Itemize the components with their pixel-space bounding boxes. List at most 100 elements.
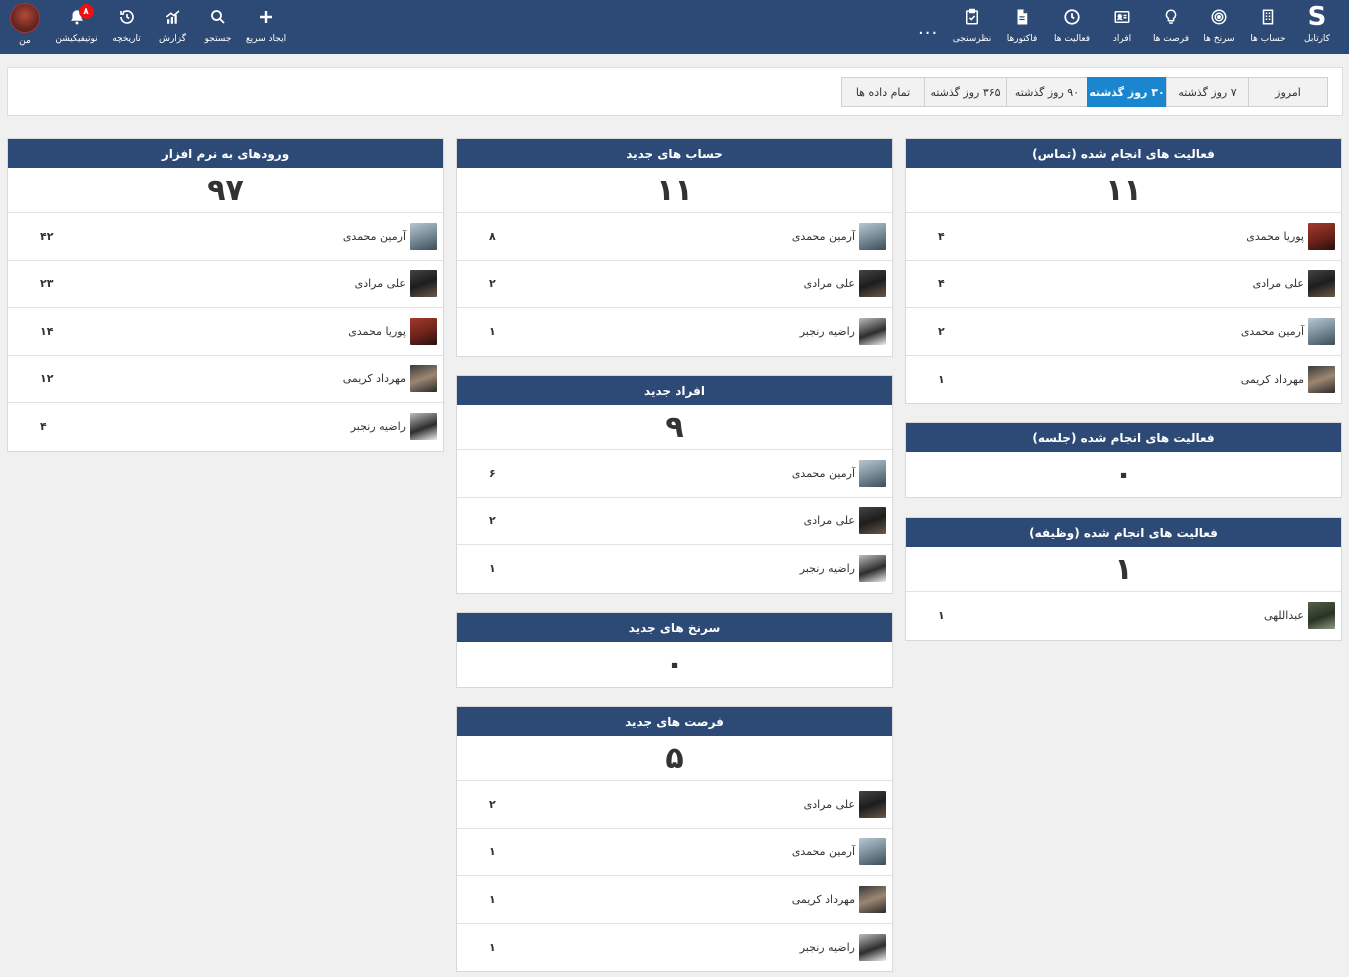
filter-tab[interactable]: تمام داده ها	[841, 77, 925, 107]
nav-report-label: گزارش	[158, 34, 187, 44]
document-icon	[1011, 6, 1033, 28]
user-name: مهرداد کریمی	[1240, 372, 1304, 386]
nav-notifications[interactable]: ۸ نوتیفیکیشن	[50, 0, 103, 54]
chart-icon	[162, 6, 184, 28]
user-stat-row[interactable]: ۱ مهرداد کریمی	[906, 356, 1341, 404]
user-stat-value: ۲	[489, 514, 496, 528]
nav-survey[interactable]: نظرسنجی	[947, 0, 997, 54]
user-name: پوریا محمدی	[348, 324, 406, 338]
nav-quick-create[interactable]: ایجاد سریع	[241, 0, 291, 54]
user-stat-row[interactable]: ۸ آرمین محمدی	[457, 213, 892, 261]
user-stat-row[interactable]: ۱ راضیه رنجبر	[457, 924, 892, 972]
user-info: پوریا محمدی	[348, 308, 437, 355]
user-info: آرمین محمدی	[792, 829, 886, 876]
user-stat-row[interactable]: ۲ علی مرادی	[457, 261, 892, 308]
user-avatar	[1308, 317, 1335, 345]
user-stat-value: ۱	[489, 845, 496, 859]
nav-people-label: افراد	[1112, 34, 1132, 44]
filter-tab[interactable]: ۳۶۵ روز گذشته	[924, 77, 1007, 107]
user-stat-value: ۴	[938, 229, 945, 243]
card-title: فعالیت های انجام شده (تماس)	[906, 139, 1341, 168]
user-stat-value: ۲۳	[40, 277, 54, 291]
nav-me-label: من	[19, 36, 31, 46]
user-info: آرمین محمدی	[343, 213, 437, 260]
user-name: علی مرادی	[354, 277, 406, 291]
user-avatar	[410, 270, 437, 298]
user-stat-row[interactable]: ۱ آرمین محمدی	[457, 829, 892, 876]
user-stat-row[interactable]: ۲ علی مرادی	[457, 781, 892, 829]
nav-search[interactable]: جستجو	[195, 0, 241, 54]
user-stat-value: ۸	[489, 229, 496, 243]
filter-tab[interactable]: ۷ روز گذشته	[1166, 77, 1249, 107]
nav-cartable[interactable]: S کارتابل	[1293, 0, 1341, 54]
nav-search-label: جستجو	[204, 34, 232, 44]
user-stat-value: ۱	[938, 609, 945, 623]
user-name: آرمین محمدی	[791, 466, 855, 480]
user-name: علی مرادی	[803, 797, 855, 811]
user-stat-row[interactable]: ۱ مهرداد کریمی	[457, 876, 892, 924]
user-info: مهرداد کریمی	[343, 356, 437, 403]
user-stat-value: ۴	[938, 277, 945, 291]
card-total-value: ۹۷	[8, 168, 443, 213]
user-stat-value: ۴۲	[40, 229, 54, 243]
user-stat-row[interactable]: ۱ عبداللهی	[906, 592, 1341, 640]
user-stat-row[interactable]: ۱۴ پوریا محمدی	[8, 308, 443, 356]
user-stat-value: ۱	[489, 940, 496, 954]
user-avatar	[859, 555, 886, 583]
user-avatar	[859, 270, 886, 298]
clipboard-check-icon	[961, 6, 983, 28]
user-name: آرمین محمدی	[1240, 324, 1304, 338]
nav-invoices[interactable]: فاکتورها	[997, 0, 1047, 54]
card-meetings-done: فعالیت های انجام شده (جلسه) ۰	[905, 422, 1342, 498]
user-stat-row[interactable]: ۱ راضیه رنجبر	[457, 545, 892, 593]
nav-opportunities[interactable]: فرصت ها	[1147, 0, 1195, 54]
nav-history[interactable]: تاریخچه	[103, 0, 150, 54]
nav-invoices-label: فاکتورها	[1006, 34, 1038, 44]
user-avatar	[859, 222, 886, 250]
user-info: علی مرادی	[355, 261, 437, 308]
user-info: مهرداد کریمی	[792, 876, 886, 923]
user-stat-row[interactable]: ۴ علی مرادی	[906, 261, 1341, 308]
user-stat-value: ۲	[489, 797, 496, 811]
filter-tab[interactable]: ۹۰ روز گذشته	[1006, 77, 1088, 107]
user-name: مهرداد کریمی	[791, 892, 855, 906]
user-stat-row[interactable]: ۱۲ مهرداد کریمی	[8, 356, 443, 403]
user-stat-row[interactable]: ۴ پوریا محمدی	[906, 213, 1341, 261]
user-stat-row[interactable]: ۱ راضیه رنجبر	[457, 308, 892, 356]
more-menu-button[interactable]: ...	[918, 18, 938, 39]
user-avatar	[859, 790, 886, 818]
nav-report[interactable]: گزارش	[150, 0, 195, 54]
target-icon	[1208, 6, 1230, 28]
user-name: مهرداد کریمی	[342, 372, 406, 386]
user-avatar	[859, 838, 886, 866]
user-stat-row[interactable]: ۲ علی مرادی	[457, 498, 892, 545]
nav-leads-label: سرنخ ها	[1203, 34, 1235, 44]
user-stat-row[interactable]: ۴ راضیه رنجبر	[8, 403, 443, 451]
contact-card-icon	[1111, 6, 1133, 28]
user-name: راضیه رنجبر	[799, 325, 855, 339]
avatar	[10, 3, 40, 33]
card-logins: ورودهای به نرم افزار ۹۷ ۴۲ آرمین محمدی ۲۳ علی…	[7, 138, 444, 452]
filter-tab[interactable]: ۳۰ روز گذشته	[1087, 77, 1167, 107]
user-stat-row[interactable]: ۴۲ آرمین محمدی	[8, 213, 443, 261]
user-info: پوریا محمدی	[1246, 213, 1335, 260]
card-total-value: ۱	[906, 547, 1341, 592]
user-avatar	[410, 365, 437, 393]
user-stat-row[interactable]: ۲ آرمین محمدی	[906, 308, 1341, 356]
user-stat-row[interactable]: ۲۳ علی مرادی	[8, 261, 443, 308]
user-info: آرمین محمدی	[1241, 308, 1335, 355]
user-stat-value: ۱۲	[40, 372, 54, 386]
filter-tab[interactable]: امروز	[1248, 77, 1328, 107]
user-name: عبداللهی	[1264, 609, 1304, 623]
clock-icon	[1061, 6, 1083, 28]
utility-nav: من ۸ نوتیفیکیشن تاریخچه گزارش جستجو ایجا…	[0, 0, 291, 54]
nav-accounts[interactable]: حساب ها	[1243, 0, 1293, 54]
nav-leads[interactable]: سرنخ ها	[1195, 0, 1243, 54]
nav-people[interactable]: افراد	[1097, 0, 1147, 54]
date-filter-panel: امروز ۷ روز گذشته ۳۰ روز گذشته ۹۰ روز گذشته…	[7, 67, 1343, 116]
user-avatar	[859, 318, 886, 346]
user-stat-row[interactable]: ۶ آرمین محمدی	[457, 450, 892, 498]
nav-me[interactable]: من	[0, 0, 50, 54]
user-name: آرمین محمدی	[342, 229, 406, 243]
nav-activities[interactable]: فعالیت ها	[1047, 0, 1097, 54]
